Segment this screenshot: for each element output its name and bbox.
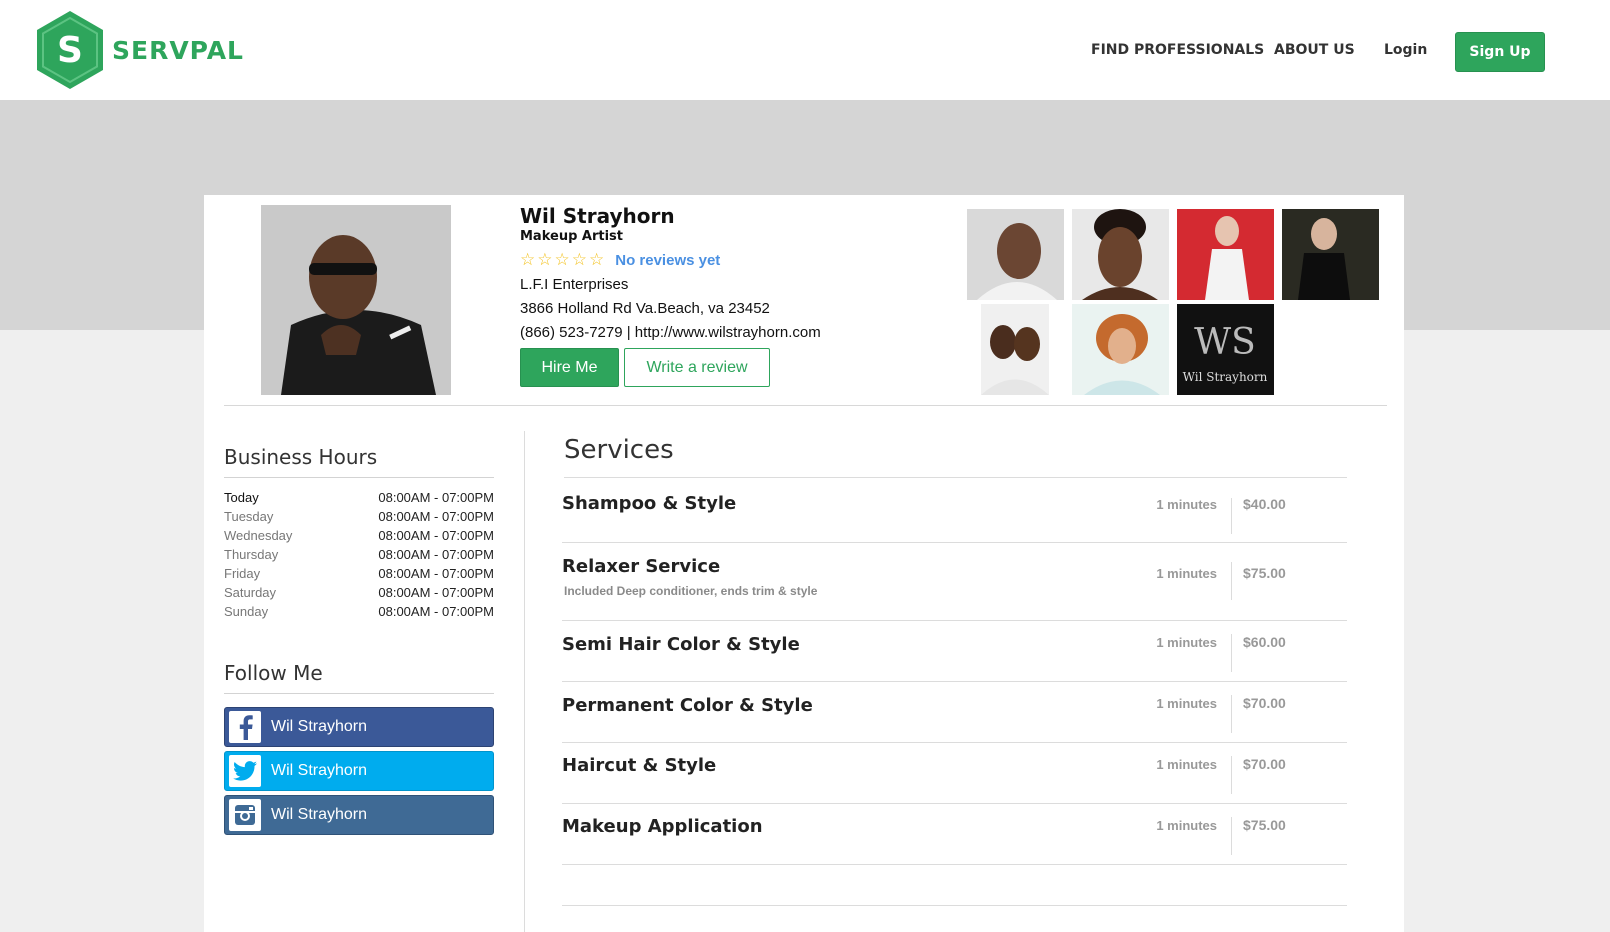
sign-up-button[interactable]: Sign Up xyxy=(1455,32,1545,72)
follow-me-title: Follow Me xyxy=(224,661,323,685)
card-divider xyxy=(224,405,1387,406)
twitter-link[interactable]: Wil Strayhorn xyxy=(224,751,494,791)
service-row-empty xyxy=(562,866,1347,906)
profile-photo xyxy=(261,205,451,395)
action-buttons: Hire Me Write a review xyxy=(520,348,821,387)
service-divider xyxy=(1231,817,1232,855)
column-divider xyxy=(524,431,525,932)
gallery-thumb[interactable] xyxy=(1282,209,1379,300)
gallery-thumb-logo[interactable]: WS Wil Strayhorn xyxy=(1177,304,1274,395)
gallery-thumb[interactable] xyxy=(981,304,1049,395)
nav-login[interactable]: Login xyxy=(1384,42,1427,58)
hours-row: Today 08:00AM - 07:00PM xyxy=(224,490,494,505)
address: 3866 Holland Rd Va.Beach, va 23452 xyxy=(520,300,770,317)
gallery-logo-caption: Wil Strayhorn xyxy=(1183,370,1268,384)
star-icon[interactable]: ☆ xyxy=(537,250,552,270)
photo-gallery: WS Wil Strayhorn xyxy=(967,209,1387,395)
service-row[interactable]: Makeup Application 1 minutes $75.00 xyxy=(562,805,1347,865)
logo-letter: S xyxy=(57,30,83,71)
profile-info: Wil Strayhorn Makeup Artist ☆ ☆ ☆ ☆ ☆ No… xyxy=(520,205,821,387)
star-icon[interactable]: ☆ xyxy=(555,250,570,270)
hexagon-logo-icon: S xyxy=(37,11,103,89)
service-duration: 1 minutes xyxy=(1156,696,1217,711)
service-price: $75.00 xyxy=(1243,817,1286,833)
service-price: $60.00 xyxy=(1243,634,1286,650)
service-name: Semi Hair Color & Style xyxy=(562,634,800,655)
instagram-label: Wil Strayhorn xyxy=(271,806,368,823)
gallery-thumb[interactable] xyxy=(1177,209,1274,300)
service-name: Relaxer Service xyxy=(562,556,721,577)
service-divider xyxy=(1231,634,1232,672)
gallery-thumb[interactable] xyxy=(967,209,1064,300)
service-duration: 1 minutes xyxy=(1156,757,1217,772)
twitter-label: Wil Strayhorn xyxy=(271,762,368,779)
service-divider xyxy=(1231,695,1232,733)
star-icon[interactable]: ☆ xyxy=(589,250,604,270)
facebook-label: Wil Strayhorn xyxy=(271,718,368,735)
service-price: $70.00 xyxy=(1243,695,1286,711)
hours-row: Saturday 08:00AM - 07:00PM xyxy=(224,585,494,600)
business-hours-list: Today 08:00AM - 07:00PM Tuesday 08:00AM - … xyxy=(224,488,494,621)
gallery-thumb[interactable] xyxy=(1072,209,1169,300)
service-name: Haircut & Style xyxy=(562,755,717,776)
svg-text:WS: WS xyxy=(1194,322,1256,363)
hours-row: Tuesday 08:00AM - 07:00PM xyxy=(224,509,494,524)
nav-find-professionals[interactable]: FIND PROFESSIONALS xyxy=(1091,42,1264,58)
pro-role: Makeup Artist xyxy=(520,229,624,244)
service-price: $75.00 xyxy=(1243,565,1286,581)
service-duration: 1 minutes xyxy=(1156,818,1217,833)
twitter-icon xyxy=(229,755,261,787)
contact-line[interactable]: (866) 523-7279 | http://www.wilstrayhorn… xyxy=(520,323,821,342)
top-header: S SERVPAL FIND PROFESSIONALS ABOUT US Lo… xyxy=(0,0,1610,100)
business-hours-title: Business Hours xyxy=(224,445,378,469)
facebook-link[interactable]: Wil Strayhorn xyxy=(224,707,494,747)
gallery-thumb[interactable] xyxy=(1072,304,1169,395)
service-name: Makeup Application xyxy=(562,816,763,837)
service-row[interactable]: Shampoo & Style 1 minutes $40.00 xyxy=(562,478,1347,543)
star-icon[interactable]: ☆ xyxy=(520,250,535,270)
facebook-icon xyxy=(229,711,261,743)
hours-row: Thursday 08:00AM - 07:00PM xyxy=(224,547,494,562)
hours-separator xyxy=(224,477,494,478)
hours-row: Wednesday 08:00AM - 07:00PM xyxy=(224,528,494,543)
service-duration: 1 minutes xyxy=(1156,497,1217,512)
service-name: Shampoo & Style xyxy=(562,493,737,514)
service-duration: 1 minutes xyxy=(1156,635,1217,650)
service-divider xyxy=(1231,498,1232,534)
services-title: Services xyxy=(564,435,674,465)
brand-name: SERVPAL xyxy=(112,35,244,65)
hours-row: Friday 08:00AM - 07:00PM xyxy=(224,566,494,581)
hours-row: Sunday 08:00AM - 07:00PM xyxy=(224,604,494,619)
service-name: Permanent Color & Style xyxy=(562,695,813,716)
instagram-icon xyxy=(229,799,261,831)
servpal-logo[interactable]: S SERVPAL xyxy=(34,9,244,91)
service-duration: 1 minutes xyxy=(1156,566,1217,581)
star-icon[interactable]: ☆ xyxy=(572,250,587,270)
hire-me-button[interactable]: Hire Me xyxy=(520,348,619,387)
service-description: Included Deep conditioner, ends trim & s… xyxy=(564,584,818,598)
service-row[interactable]: Haircut & Style 1 minutes $70.00 xyxy=(562,744,1347,804)
instagram-link[interactable]: Wil Strayhorn xyxy=(224,795,494,835)
reviews-link[interactable]: No reviews yet xyxy=(615,252,720,269)
follow-separator xyxy=(224,693,494,694)
profile-photo-image xyxy=(261,205,451,395)
profile-card: Wil Strayhorn Makeup Artist ☆ ☆ ☆ ☆ ☆ No… xyxy=(204,195,1404,932)
company-name: L.F.I Enterprises xyxy=(520,276,629,293)
pro-name: Wil Strayhorn xyxy=(520,204,675,228)
write-review-button[interactable]: Write a review xyxy=(624,348,770,387)
service-price: $70.00 xyxy=(1243,756,1286,772)
service-row[interactable]: Relaxer Service Included Deep conditione… xyxy=(562,544,1347,621)
service-row[interactable]: Semi Hair Color & Style 1 minutes $60.00 xyxy=(562,622,1347,682)
nav-about-us[interactable]: ABOUT US xyxy=(1274,42,1355,58)
service-row[interactable]: Permanent Color & Style 1 minutes $70.00 xyxy=(562,683,1347,743)
rating-row: ☆ ☆ ☆ ☆ ☆ No reviews yet xyxy=(520,250,821,270)
service-divider xyxy=(1231,562,1232,600)
service-divider xyxy=(1231,756,1232,794)
service-price: $40.00 xyxy=(1243,496,1286,512)
